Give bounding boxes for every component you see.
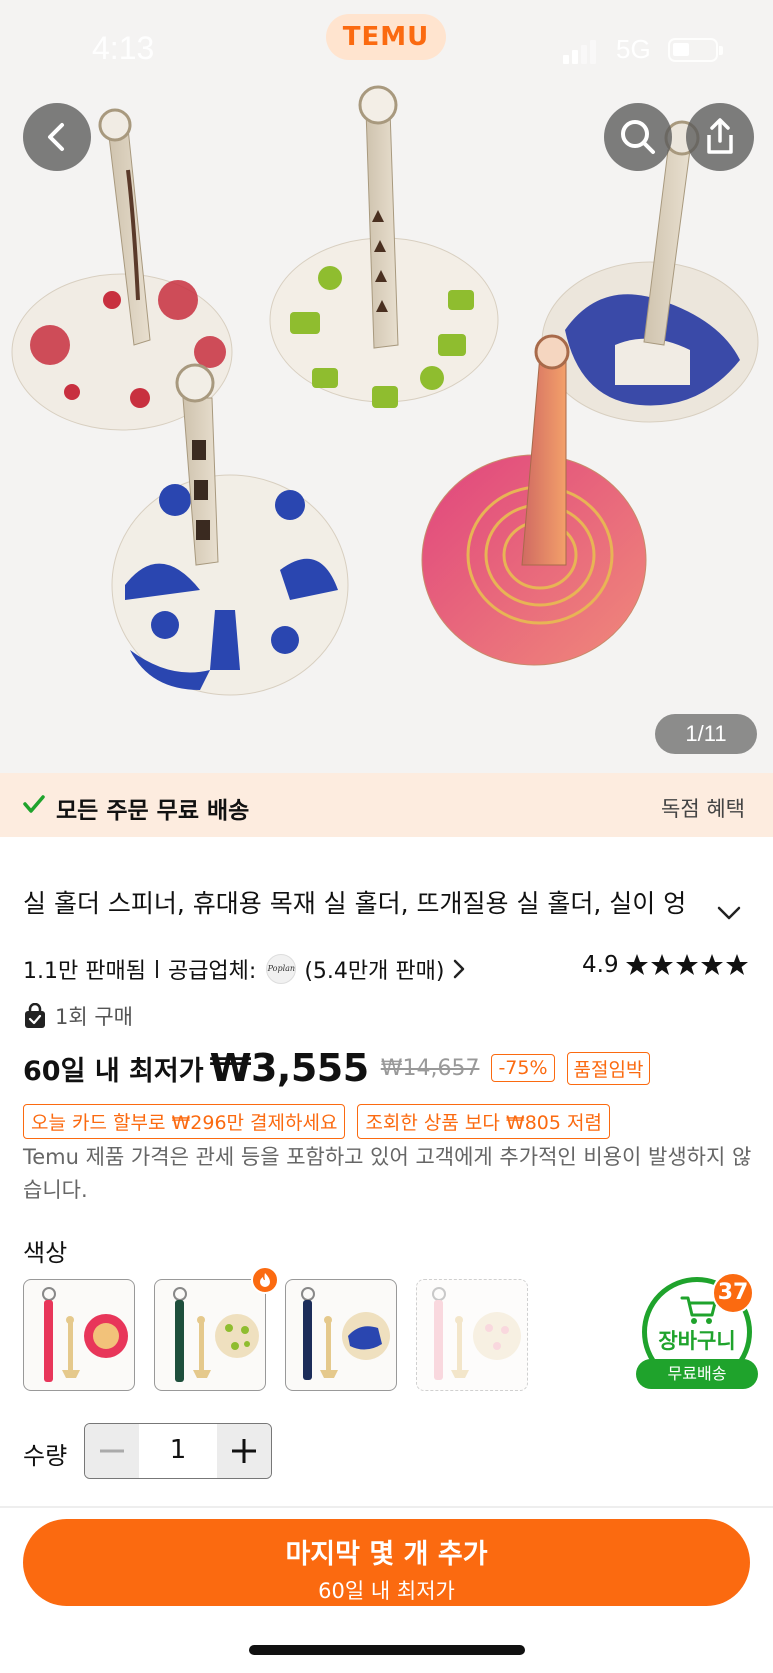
check-icon bbox=[23, 795, 45, 813]
status-time: 4:13 bbox=[92, 30, 155, 66]
color-option-light-pink[interactable] bbox=[416, 1279, 528, 1391]
purchase-count: 1회 구매 bbox=[55, 1005, 133, 1029]
network-type: 5G bbox=[616, 34, 651, 64]
shopping-bag-icon bbox=[25, 1003, 45, 1028]
exclusive-benefit-link[interactable]: 독점 혜택 bbox=[661, 793, 745, 823]
divider bbox=[155, 960, 158, 978]
plus-icon bbox=[232, 1439, 256, 1463]
free-shipping-text: 모든 주문 무료 배송 bbox=[56, 798, 250, 824]
purchase-note: 1회 구매 bbox=[23, 1001, 133, 1031]
rating-value: 4.9 bbox=[582, 952, 619, 978]
swatch-image bbox=[301, 1287, 390, 1380]
cart-label: 장바구니 bbox=[658, 1329, 736, 1353]
free-shipping-bar[interactable]: 모든 주문 무료 배송 독점 혜택 bbox=[0, 773, 773, 837]
rating-stars bbox=[625, 953, 750, 977]
search-button[interactable] bbox=[604, 103, 672, 171]
swatch-image bbox=[432, 1287, 521, 1380]
add-to-cart-button[interactable]: 마지막 몇 개 추가 60일 내 최저가 bbox=[23, 1519, 750, 1606]
star-icon bbox=[675, 954, 698, 975]
status-bar: 4:13 TEMU 5G bbox=[0, 0, 773, 100]
chevron-left-icon bbox=[48, 123, 64, 151]
cart-free-shipping: 무료배송 bbox=[636, 1359, 758, 1389]
hot-badge bbox=[251, 1266, 279, 1294]
price-row: 60일 내 최저가 ₩3,555 ₩14,657 -75% 품절임박 bbox=[23, 1046, 651, 1090]
supplier-avatar[interactable]: Poplan bbox=[266, 954, 297, 984]
supplier-sales: (5.4만개 판매) bbox=[304, 959, 445, 984]
decrease-button[interactable] bbox=[85, 1424, 139, 1478]
chevron-right-icon bbox=[454, 959, 465, 979]
home-indicator[interactable] bbox=[249, 1645, 525, 1655]
discount-badge: -75% bbox=[491, 1054, 555, 1082]
color-label: 색상 bbox=[23, 1239, 68, 1267]
star-icon bbox=[700, 954, 723, 975]
signal-icon bbox=[563, 38, 597, 64]
increase-button[interactable] bbox=[217, 1424, 271, 1478]
sold-count: 1.1만 판매됨 bbox=[23, 959, 146, 984]
chevron-down-icon[interactable] bbox=[716, 905, 742, 921]
promo-row: 오늘 카드 할부로 ₩296만 결제하세요 조회한 상품 보다 ₩805 저렴 bbox=[23, 1104, 622, 1139]
color-option-pink[interactable] bbox=[23, 1279, 135, 1391]
share-icon bbox=[707, 118, 733, 154]
star-icon bbox=[725, 954, 748, 975]
price-compare-badge: 조회한 상품 보다 ₩805 저렴 bbox=[357, 1104, 610, 1139]
swatch-image bbox=[173, 1287, 259, 1382]
supplier-label: 공급업체: bbox=[167, 959, 257, 984]
battery-icon bbox=[668, 38, 723, 62]
image-counter: 1/11 bbox=[655, 714, 757, 754]
price-label: 60일 내 최저가 bbox=[23, 1055, 204, 1087]
minus-icon bbox=[100, 1449, 124, 1453]
original-price: ₩14,657 bbox=[380, 1055, 480, 1081]
temu-logo: TEMU bbox=[326, 14, 446, 60]
star-icon bbox=[625, 954, 648, 975]
search-icon bbox=[621, 120, 655, 154]
low-stock-badge: 품절임박 bbox=[566, 1051, 651, 1085]
flame-icon bbox=[260, 1273, 270, 1287]
rating[interactable]: 4.9 bbox=[582, 952, 750, 978]
star-icon bbox=[650, 954, 673, 975]
cta-main-label: 마지막 몇 개 추가 bbox=[285, 1539, 488, 1570]
tax-notice: Temu 제품 가격은 관세 등을 포함하고 있어 고객에게 추가적인 비용이 … bbox=[23, 1145, 752, 1202]
quantity-label: 수량 bbox=[23, 1442, 68, 1470]
divider bbox=[0, 1506, 773, 1508]
swatch-image bbox=[42, 1287, 128, 1382]
product-image-gallery[interactable]: 4:13 TEMU 5G 1/11 bbox=[0, 0, 773, 773]
product-title[interactable]: 실 홀더 스피너, 휴대용 목재 실 홀더, 뜨개질용 실 홀더, 실이 엉 bbox=[23, 884, 713, 920]
share-button[interactable] bbox=[686, 103, 754, 171]
color-option-navy[interactable] bbox=[285, 1279, 397, 1391]
current-price: ₩3,555 bbox=[209, 1046, 370, 1090]
color-option-green[interactable] bbox=[154, 1279, 266, 1391]
cart-count-badge: 37 bbox=[712, 1272, 754, 1314]
sales-supplier-row[interactable]: 1.1만 판매됨 공급업체: Poplan (5.4만개 판매) bbox=[23, 953, 466, 985]
quantity-value[interactable]: 1 bbox=[139, 1424, 217, 1478]
card-installment-badge: 오늘 카드 할부로 ₩296만 결제하세요 bbox=[23, 1104, 346, 1139]
back-button[interactable] bbox=[23, 103, 91, 171]
cta-sub-label: 60일 내 최저가 bbox=[318, 1579, 455, 1603]
quantity-stepper[interactable]: 1 bbox=[84, 1423, 272, 1479]
